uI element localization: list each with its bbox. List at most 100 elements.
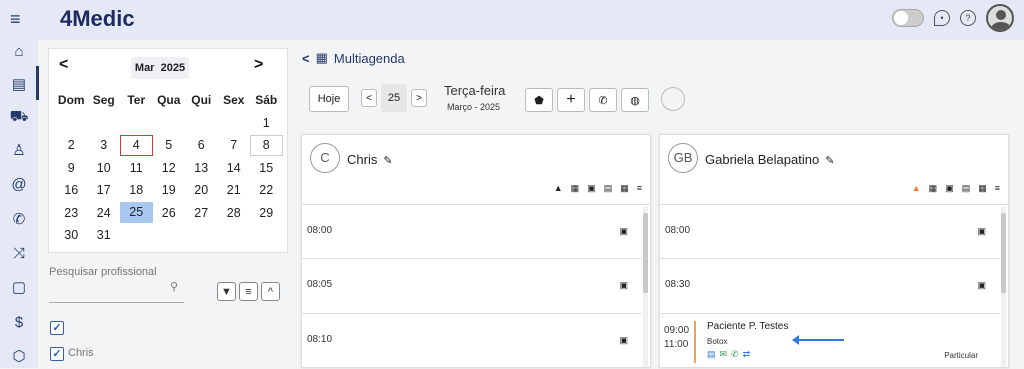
document-icon[interactable]: ▤ — [707, 349, 716, 360]
calendar-day[interactable]: 1 — [250, 116, 283, 130]
scrollbar-thumb[interactable] — [643, 213, 648, 293]
search-icon[interactable] — [661, 87, 685, 111]
calendar-icon[interactable]: ▤ — [0, 73, 38, 95]
calendar-day[interactable]: 14 — [218, 161, 251, 175]
filter-icon[interactable]: ▼ — [217, 282, 236, 301]
calendar-day[interactable]: 10 — [88, 161, 121, 175]
calendar-icon[interactable]: ▦ — [620, 183, 629, 194]
scrollbar-thumb[interactable] — [1001, 213, 1006, 293]
car-icon[interactable]: ⛟ — [0, 106, 38, 128]
calendar-icon[interactable]: ▦ — [571, 183, 580, 194]
calendar-day[interactable]: 31 — [88, 228, 121, 242]
calendar-day[interactable]: 25 — [120, 202, 153, 224]
back-button[interactable]: < — [302, 51, 310, 66]
calendar-header: < Mar 2025 > — [49, 53, 289, 79]
lock-icon[interactable]: ▣ — [619, 280, 628, 291]
calendar-day[interactable]: 18 — [120, 183, 153, 197]
time-slot[interactable]: 08:00 ▣ — [660, 205, 1000, 259]
calendar-day[interactable]: 17 — [88, 183, 121, 197]
calendar-icon[interactable]: ▦ — [978, 183, 987, 194]
calendar-day[interactable]: 23 — [55, 206, 88, 220]
calendar-day[interactable]: 26 — [153, 206, 186, 220]
lock-icon[interactable]: ▣ — [977, 226, 986, 237]
calendar-day[interactable]: 8 — [250, 134, 283, 156]
clipboard-icon[interactable]: ▢ — [0, 276, 38, 298]
time-slot[interactable]: 08:30 ▣ — [660, 259, 1000, 314]
list-icon[interactable]: ≡ — [995, 183, 1000, 194]
calendar-day[interactable]: 2 — [55, 138, 88, 152]
add-icon[interactable]: + — [557, 88, 585, 112]
time-slot[interactable]: 08:05 ▣ — [302, 259, 642, 314]
edit-icon[interactable]: ✎ — [825, 155, 834, 167]
print-icon[interactable]: ▤ — [604, 183, 613, 194]
calendar-day[interactable]: 16 — [55, 183, 88, 197]
search-icon[interactable]: ⚲ — [170, 280, 178, 293]
print-icon[interactable]: ▤ — [962, 183, 971, 194]
calendar-day[interactable]: 28 — [218, 206, 251, 220]
professional-search[interactable]: Pesquisar profissional ⚲ — [49, 266, 184, 303]
home-icon[interactable]: ⌂ — [0, 40, 38, 62]
whatsapp-icon[interactable]: ✆ — [731, 349, 739, 360]
calendar-day[interactable]: 6 — [185, 138, 218, 152]
calendar-day[interactable]: 11 — [120, 161, 153, 175]
calendar-day[interactable]: 29 — [250, 206, 283, 220]
calendar-day[interactable]: 27 — [185, 206, 218, 220]
calendar-day[interactable]: 7 — [218, 138, 251, 152]
prev-day-button[interactable]: < — [361, 89, 377, 107]
warning-icon[interactable]: ▲ — [912, 183, 921, 194]
calendar-day[interactable]: 4 — [120, 134, 153, 156]
calendar-next-button[interactable]: > — [254, 56, 263, 74]
calendar-day[interactable]: 5 — [153, 138, 186, 152]
calendar-day[interactable]: 20 — [185, 183, 218, 197]
hamburger-icon[interactable]: ≡ — [10, 9, 21, 30]
calendar-day[interactable]: 12 — [153, 161, 186, 175]
lock-icon[interactable]: ▣ — [619, 335, 628, 346]
lock-icon[interactable]: ▣ — [619, 226, 628, 237]
edit-icon[interactable]: ✎ — [383, 155, 392, 167]
calendar-day[interactable]: 9 — [55, 161, 88, 175]
calendar-icon[interactable]: ▦ — [929, 183, 938, 194]
calendar-day[interactable]: 21 — [218, 183, 251, 197]
dollar-icon[interactable]: $ — [0, 311, 38, 333]
list-icon[interactable]: ≡ — [239, 282, 258, 301]
calendar-day[interactable]: 30 — [55, 228, 88, 242]
theme-toggle[interactable] — [892, 9, 924, 27]
calendar-day[interactable]: 15 — [250, 161, 283, 175]
lock-icon[interactable]: ▣ — [945, 183, 954, 194]
globe-icon[interactable]: ◍ — [621, 88, 649, 112]
lock-icon[interactable]: ▣ — [587, 183, 596, 194]
list-icon[interactable]: ≡ — [637, 183, 642, 194]
appointment[interactable]: 09:00 11:00 Paciente P. Testes Botox ▤ ✉… — [660, 315, 1000, 369]
search-input[interactable]: Pesquisar profissional — [49, 266, 184, 278]
help-icon[interactable]: ? — [960, 10, 976, 26]
calendar-day[interactable]: 3 — [88, 138, 121, 152]
today-button[interactable]: Hoje — [309, 86, 349, 112]
user-icon[interactable]: ♙ — [0, 139, 38, 161]
scrollbar[interactable] — [643, 207, 648, 367]
user-avatar-icon[interactable] — [986, 4, 1014, 32]
chevron-up-icon[interactable]: ^ — [261, 282, 280, 301]
cube-icon[interactable]: ⬡ — [0, 345, 38, 367]
tag-icon[interactable]: ⬟ — [525, 88, 553, 112]
phone-icon[interactable]: ✆ — [0, 208, 38, 230]
calendar-day[interactable]: 19 — [153, 183, 186, 197]
lock-icon[interactable]: ▣ — [977, 280, 986, 291]
next-day-button[interactable]: > — [411, 89, 427, 107]
at-icon[interactable]: @ — [0, 173, 38, 195]
warning-icon[interactable]: ▲ — [554, 183, 563, 194]
chat-icon[interactable]: • — [934, 10, 950, 26]
calendar-prev-button[interactable]: < — [59, 56, 68, 74]
scrollbar[interactable] — [1001, 207, 1006, 367]
repeat-icon[interactable]: ⇄ — [743, 349, 751, 360]
calendar-day[interactable]: 24 — [88, 206, 121, 220]
shuffle-icon[interactable]: ⤨ — [0, 242, 38, 264]
select-all-checkbox[interactable]: ✓ — [50, 321, 64, 335]
calendar-day[interactable]: 13 — [185, 161, 218, 175]
time-slot[interactable]: 08:10 ▣ — [302, 314, 642, 369]
calendar-month-year[interactable]: Mar 2025 — [131, 57, 189, 79]
calendar-day[interactable]: 22 — [250, 183, 283, 197]
professional-checkbox[interactable]: ✓ — [50, 347, 64, 361]
email-icon[interactable]: ✉ — [720, 349, 728, 360]
whatsapp-icon[interactable]: ✆ — [589, 88, 617, 112]
time-slot[interactable]: 08:00 ▣ — [302, 205, 642, 259]
